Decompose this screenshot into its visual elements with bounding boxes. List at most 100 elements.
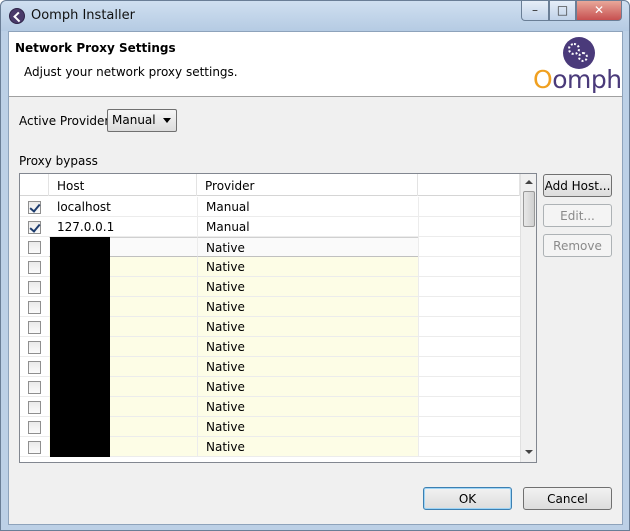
- row-checkbox[interactable]: [28, 241, 41, 254]
- provider-cell: Native: [197, 397, 418, 417]
- app-icon: [9, 8, 25, 24]
- row-checkbox[interactable]: [28, 321, 41, 334]
- filler-cell: [418, 377, 520, 397]
- scroll-down-icon[interactable]: [525, 450, 533, 454]
- column-header-provider[interactable]: Provider: [197, 174, 418, 196]
- provider-cell: Native: [197, 237, 418, 257]
- vertical-scrollbar[interactable]: [520, 174, 536, 462]
- filler-cell: [418, 277, 520, 297]
- proxy-bypass-label: Proxy bypass: [19, 154, 98, 168]
- table-header: Host Provider: [20, 174, 520, 196]
- row-check-cell: [20, 357, 49, 377]
- filler-cell: [418, 337, 520, 357]
- ok-button[interactable]: OK: [423, 487, 512, 510]
- filler-cell: [418, 297, 520, 317]
- provider-cell: Native: [197, 317, 418, 337]
- cancel-button[interactable]: Cancel: [523, 487, 612, 510]
- row-checkbox[interactable]: [28, 341, 41, 354]
- row-checkbox[interactable]: [28, 281, 41, 294]
- table-row[interactable]: Native: [20, 377, 520, 397]
- provider-cell: Native: [197, 337, 418, 357]
- dialog-body: Network Proxy Settings Adjust your netwo…: [8, 31, 623, 525]
- row-checkbox[interactable]: [28, 201, 41, 214]
- column-header-host[interactable]: Host: [49, 174, 197, 196]
- minimize-button[interactable]: –: [521, 1, 549, 21]
- redacted-host-block: [50, 397, 110, 417]
- redacted-host-block: [50, 357, 110, 377]
- provider-cell: Native: [197, 297, 418, 317]
- filler-cell: [418, 197, 520, 217]
- table-row[interactable]: Native: [20, 337, 520, 357]
- host-cell[interactable]: 127.0.0.1: [49, 217, 197, 237]
- row-checkbox[interactable]: [28, 361, 41, 374]
- page-title: Network Proxy Settings: [15, 41, 176, 55]
- row-check-cell: [20, 197, 49, 217]
- remove-button[interactable]: Remove: [543, 234, 612, 257]
- table-row[interactable]: Native: [20, 237, 520, 257]
- row-check-cell: [20, 217, 49, 237]
- row-checkbox[interactable]: [28, 401, 41, 414]
- row-checkbox[interactable]: [28, 381, 41, 394]
- row-check-cell: [20, 377, 49, 397]
- row-check-cell: [20, 417, 49, 437]
- oomph-logo: Oomph: [533, 37, 622, 94]
- redacted-host-block: [50, 257, 110, 277]
- window-title: Oomph Installer: [31, 8, 135, 23]
- row-checkbox[interactable]: [28, 441, 41, 454]
- filler-cell: [418, 217, 520, 237]
- scrollbar-thumb[interactable]: [523, 191, 535, 227]
- table-row[interactable]: 127.0.0.1 Manual: [20, 217, 520, 237]
- filler-cell: [418, 317, 520, 337]
- filler-cell: [418, 257, 520, 277]
- filler-cell: [418, 237, 520, 257]
- dialog-header: Network Proxy Settings Adjust your netwo…: [9, 32, 622, 97]
- close-button[interactable]: ✕: [576, 1, 622, 21]
- row-checkbox[interactable]: [28, 421, 41, 434]
- filler-cell: [418, 357, 520, 377]
- table-row[interactable]: Native: [20, 297, 520, 317]
- scroll-up-icon[interactable]: [525, 180, 533, 184]
- row-checkbox[interactable]: [28, 301, 41, 314]
- active-provider-label: Active Provider:: [19, 114, 114, 128]
- provider-cell: Native: [197, 357, 418, 377]
- table-row[interactable]: Native: [20, 277, 520, 297]
- logo-text: Oomph: [533, 65, 622, 94]
- host-cell[interactable]: localhost: [49, 197, 197, 217]
- filler-cell: [418, 417, 520, 437]
- active-provider-select[interactable]: Manual: [107, 109, 177, 132]
- table-row[interactable]: Native: [20, 417, 520, 437]
- table-row[interactable]: Native: [20, 317, 520, 337]
- row-check-cell: [20, 297, 49, 317]
- table-row[interactable]: Native: [20, 437, 520, 457]
- provider-cell: Native: [197, 257, 418, 277]
- row-check-cell: [20, 317, 49, 337]
- filler-cell: [418, 397, 520, 417]
- row-check-cell: [20, 257, 49, 277]
- add-host-button[interactable]: Add Host...: [543, 174, 612, 197]
- redacted-host-block: [50, 437, 110, 457]
- title-bar[interactable]: Oomph Installer – □ ✕: [1, 1, 629, 31]
- column-header-check: [20, 174, 49, 196]
- redacted-host-block: [50, 237, 110, 257]
- redacted-host-block: [50, 377, 110, 397]
- table-row[interactable]: Native: [20, 257, 520, 277]
- provider-cell: Native: [197, 417, 418, 437]
- redacted-host-block: [50, 317, 110, 337]
- row-checkbox[interactable]: [28, 261, 41, 274]
- provider-cell: Native: [197, 437, 418, 457]
- proxy-bypass-table[interactable]: Host Provider localhost Manual 127.0.0.1 Ma…: [19, 173, 537, 463]
- edit-button[interactable]: Edit...: [543, 204, 612, 227]
- row-checkbox[interactable]: [28, 221, 41, 234]
- provider-cell: Native: [197, 377, 418, 397]
- maximize-button[interactable]: □: [549, 1, 576, 21]
- filler-cell: [418, 437, 520, 457]
- row-check-cell: [20, 437, 49, 457]
- table-row[interactable]: Native: [20, 357, 520, 377]
- active-provider-value: Manual: [112, 113, 156, 127]
- row-check-cell: [20, 397, 49, 417]
- table-row[interactable]: localhost Manual: [20, 197, 520, 217]
- table-row[interactable]: Native: [20, 397, 520, 417]
- redacted-host-block: [50, 417, 110, 437]
- row-check-cell: [20, 337, 49, 357]
- page-description: Adjust your network proxy settings.: [24, 65, 238, 79]
